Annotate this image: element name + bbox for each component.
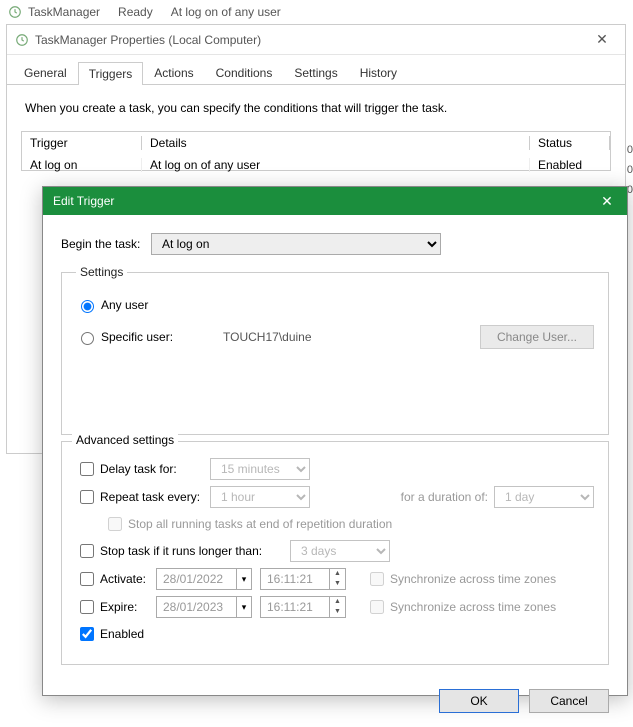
time-spinner[interactable]: ▲▼ xyxy=(330,568,346,590)
ok-button[interactable]: OK xyxy=(439,689,519,713)
tab-triggers[interactable]: Triggers xyxy=(78,62,144,85)
activate-time-input[interactable] xyxy=(260,568,330,590)
edit-trigger-dialog: Edit Trigger ✕ Begin the task: At log on… xyxy=(42,186,628,696)
triggers-intro: When you create a task, you can specify … xyxy=(25,101,607,115)
expire-label: Expire: xyxy=(100,600,156,614)
begin-task-label: Begin the task: xyxy=(61,237,151,251)
expire-checkbox[interactable] xyxy=(80,600,94,614)
activate-sync-checkbox[interactable] xyxy=(370,572,384,586)
repeat-checkbox[interactable] xyxy=(80,490,94,504)
activate-date-combo[interactable]: ▾ xyxy=(156,568,252,590)
settings-legend: Settings xyxy=(76,265,127,279)
cell-trigger: At log on xyxy=(22,158,142,172)
repeat-select[interactable]: 1 hour xyxy=(210,486,310,508)
any-user-radio[interactable] xyxy=(81,300,94,313)
table-header: Trigger Details Status xyxy=(22,132,610,154)
delay-row: Delay task for: 15 minutes xyxy=(76,458,594,480)
expire-sync-label: Synchronize across time zones xyxy=(390,600,556,614)
stop-all-checkbox[interactable] xyxy=(108,517,122,531)
cell-status: Enabled xyxy=(530,158,610,172)
activate-time-box: ▲▼ xyxy=(260,568,346,590)
col-trigger[interactable]: Trigger xyxy=(22,136,142,150)
repeat-row: Repeat task every: 1 hour for a duration… xyxy=(76,486,594,508)
table-row[interactable]: At log on At log on of any user Enabled xyxy=(22,154,610,176)
enabled-label: Enabled xyxy=(100,627,144,641)
triggers-table: Trigger Details Status At log on At log … xyxy=(21,131,611,171)
dialog-titlebar[interactable]: Edit Trigger ✕ xyxy=(43,187,627,215)
expire-sync-checkbox[interactable] xyxy=(370,600,384,614)
properties-titlebar[interactable]: TaskManager Properties (Local Computer) … xyxy=(7,25,625,55)
advanced-fieldset: Advanced settings Delay task for: 15 min… xyxy=(61,441,609,665)
duration-select[interactable]: 1 day xyxy=(494,486,594,508)
app-state: Ready xyxy=(118,5,153,19)
specific-user-row: Specific user: TOUCH17\duine Change User… xyxy=(76,325,594,349)
settings-fieldset: Settings Any user Specific user: TOUCH17… xyxy=(61,265,609,435)
enabled-row: Enabled xyxy=(76,624,594,644)
app-name-text: TaskManager xyxy=(28,5,100,19)
dialog-buttons: OK Cancel xyxy=(43,679,627,727)
chevron-down-icon[interactable]: ▾ xyxy=(236,568,252,590)
time-spinner[interactable]: ▲▼ xyxy=(330,596,346,618)
specific-user-radio[interactable] xyxy=(81,332,94,345)
any-user-label: Any user xyxy=(101,298,148,312)
expire-time-input[interactable] xyxy=(260,596,330,618)
expire-row: Expire: ▾ ▲▼ Synchronize across time zon… xyxy=(76,596,594,618)
specific-user-value: TOUCH17\duine xyxy=(223,330,312,344)
clock-gear-icon xyxy=(15,33,29,47)
topbar-trigger-summary: At log on of any user xyxy=(171,5,281,19)
enabled-checkbox[interactable] xyxy=(80,627,94,641)
expire-date-combo[interactable]: ▾ xyxy=(156,596,252,618)
repeat-label: Repeat task every: xyxy=(100,490,210,504)
specific-user-label: Specific user: xyxy=(101,330,173,344)
activate-sync-label: Synchronize across time zones xyxy=(390,572,556,586)
tab-general[interactable]: General xyxy=(13,61,78,84)
delay-select[interactable]: 15 minutes xyxy=(210,458,310,480)
activate-checkbox[interactable] xyxy=(80,572,94,586)
tab-strip: General Triggers Actions Conditions Sett… xyxy=(7,55,625,85)
change-user-button[interactable]: Change User... xyxy=(480,325,594,349)
tab-conditions[interactable]: Conditions xyxy=(205,61,284,84)
close-icon[interactable]: ✕ xyxy=(597,193,617,210)
tab-history[interactable]: History xyxy=(349,61,408,84)
app-name: TaskManager xyxy=(8,5,100,19)
scheduler-topbar: TaskManager Ready At log on of any user xyxy=(0,0,633,24)
tab-actions[interactable]: Actions xyxy=(143,61,204,84)
properties-body: When you create a task, you can specify … xyxy=(7,85,625,181)
duration-label: for a duration of: xyxy=(401,490,488,504)
activate-date-input[interactable] xyxy=(156,568,236,590)
activate-row: Activate: ▾ ▲▼ Synchronize across time z… xyxy=(76,568,594,590)
stop-if-label: Stop task if it runs longer than: xyxy=(100,544,290,558)
clock-gear-icon xyxy=(8,5,22,19)
begin-task-select[interactable]: At log on xyxy=(151,233,441,255)
any-user-row: Any user xyxy=(76,297,594,313)
dialog-title: Edit Trigger xyxy=(53,194,114,208)
chevron-down-icon[interactable]: ▾ xyxy=(236,596,252,618)
dialog-body: Begin the task: At log on Settings Any u… xyxy=(43,215,627,679)
begin-task-row: Begin the task: At log on xyxy=(61,233,609,255)
stop-if-checkbox[interactable] xyxy=(80,544,94,558)
cancel-button[interactable]: Cancel xyxy=(529,689,609,713)
expire-date-input[interactable] xyxy=(156,596,236,618)
col-status[interactable]: Status xyxy=(530,136,610,150)
delay-label: Delay task for: xyxy=(100,462,210,476)
stop-all-row: Stop all running tasks at end of repetit… xyxy=(76,514,594,534)
stop-if-row: Stop task if it runs longer than: 3 days xyxy=(76,540,594,562)
advanced-legend: Advanced settings xyxy=(72,433,178,447)
properties-title: TaskManager Properties (Local Computer) xyxy=(35,33,261,47)
stop-all-label: Stop all running tasks at end of repetit… xyxy=(128,517,392,531)
expire-time-box: ▲▼ xyxy=(260,596,346,618)
close-icon[interactable]: ✕ xyxy=(587,31,617,48)
delay-checkbox[interactable] xyxy=(80,462,94,476)
col-details[interactable]: Details xyxy=(142,136,530,150)
cell-details: At log on of any user xyxy=(142,158,530,172)
tab-settings[interactable]: Settings xyxy=(283,61,348,84)
activate-label: Activate: xyxy=(100,572,156,586)
stop-if-select[interactable]: 3 days xyxy=(290,540,390,562)
